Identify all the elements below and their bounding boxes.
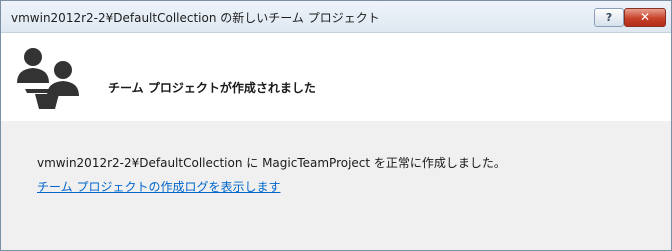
header-band: チーム プロジェクトが作成されました (1, 33, 671, 121)
dialog-window: vmwin2012r2-2¥DefaultCollection の新しいチーム … (0, 0, 672, 251)
help-button[interactable]: ? (594, 8, 624, 27)
window-title: vmwin2012r2-2¥DefaultCollection の新しいチーム … (11, 11, 380, 25)
content-area: vmwin2012r2-2¥DefaultCollection に MagicT… (1, 121, 671, 250)
team-project-icon (17, 48, 79, 109)
close-button[interactable]: ✕ (624, 8, 666, 27)
title-bar[interactable]: vmwin2012r2-2¥DefaultCollection の新しいチーム … (1, 1, 671, 33)
success-message: vmwin2012r2-2¥DefaultCollection に MagicT… (37, 156, 506, 170)
header-message: チーム プロジェクトが作成されました (108, 81, 316, 95)
view-creation-log-link[interactable]: チーム プロジェクトの作成ログを表示します (37, 178, 280, 195)
